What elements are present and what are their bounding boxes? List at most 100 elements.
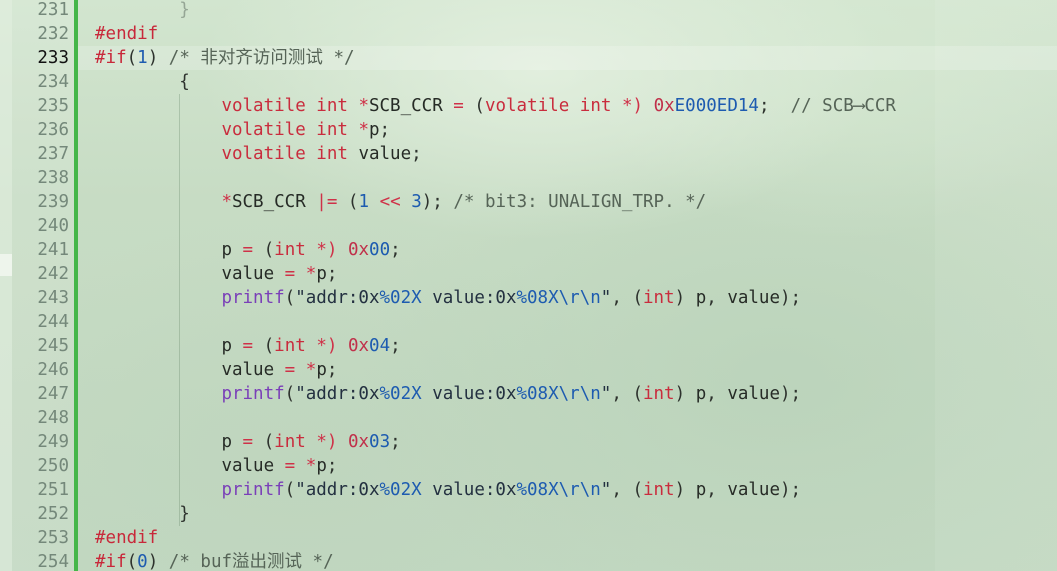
code-token-whitespace[interactable] — [685, 288, 696, 308]
code-line[interactable]: p = (int *) 0x03; — [95, 430, 1057, 454]
code-token-punctuation[interactable]: ; — [390, 240, 401, 260]
code-token-punctuation[interactable]: , — [611, 288, 622, 308]
code-token-identifier[interactable]: value — [221, 264, 274, 284]
code-token-punctuation[interactable]: ( — [264, 240, 275, 260]
code-token-whitespace[interactable] — [274, 360, 285, 380]
code-token-punctuation[interactable]: ( — [285, 480, 296, 500]
code-token-number[interactable]: 00 — [369, 240, 390, 260]
code-token-string[interactable]: "addr:0x — [295, 384, 379, 404]
code-token-identifier[interactable]: p — [221, 240, 232, 260]
code-line[interactable]: volatile int *p; — [95, 118, 1057, 142]
code-token-whitespace[interactable] — [232, 336, 243, 356]
code-token-comment[interactable]: // SCB⟶CCR — [791, 96, 896, 116]
code-token-whitespace[interactable] — [401, 192, 412, 212]
code-token-punctuation[interactable]: ( — [264, 432, 275, 452]
code-token-operator[interactable]: = — [285, 360, 296, 380]
code-token-identifier[interactable]: p — [316, 360, 327, 380]
code-token-function-name[interactable]: printf — [221, 480, 284, 500]
code-token-whitespace[interactable] — [95, 456, 221, 476]
code-token-hex-prefix[interactable]: 0x — [348, 336, 369, 356]
code-token-format-specifier[interactable]: %02X — [380, 288, 422, 308]
code-token-keyword[interactable]: volatile — [485, 96, 569, 116]
code-token-keyword[interactable]: int — [316, 120, 348, 140]
code-token-punctuation[interactable]: ; — [390, 336, 401, 356]
code-token-function-name[interactable]: printf — [221, 288, 284, 308]
code-line[interactable]: value = *p; — [95, 262, 1057, 286]
code-token-punctuation[interactable]: { — [179, 72, 190, 92]
code-token-whitespace[interactable] — [253, 240, 264, 260]
code-token-punctuation[interactable]: , — [611, 480, 622, 500]
code-token-punctuation[interactable]: ( — [264, 336, 275, 356]
code-token-whitespace[interactable] — [717, 480, 728, 500]
code-token-punctuation[interactable]: , — [706, 384, 717, 404]
code-token-string[interactable]: "addr:0x — [295, 480, 379, 500]
code-token-whitespace[interactable] — [685, 384, 696, 404]
code-token-keyword[interactable]: int — [643, 384, 675, 404]
code-token-punctuation[interactable]: ( — [285, 288, 296, 308]
line-number[interactable]: 242 — [12, 262, 69, 286]
line-number[interactable]: 237 — [12, 142, 69, 166]
line-number[interactable]: 254 — [12, 550, 69, 571]
code-token-whitespace[interactable] — [369, 192, 380, 212]
line-number[interactable]: 246 — [12, 358, 69, 382]
code-token-identifier[interactable]: p — [221, 432, 232, 452]
code-line[interactable]: p = (int *) 0x00; — [95, 238, 1057, 262]
code-token-punctuation[interactable]: ( — [632, 384, 643, 404]
line-number[interactable]: 238 — [12, 166, 69, 190]
line-number[interactable]: 243 — [12, 286, 69, 310]
code-line[interactable] — [95, 310, 1057, 334]
code-token-format-specifier[interactable]: \r\n — [559, 480, 601, 500]
code-token-operator[interactable]: * — [306, 456, 317, 476]
code-token-string[interactable]: " — [601, 288, 612, 308]
code-token-keyword[interactable]: volatile — [221, 120, 305, 140]
code-token-whitespace[interactable] — [295, 456, 306, 476]
code-token-number[interactable]: 1 — [358, 192, 369, 212]
code-token-keyword[interactable]: int — [643, 288, 675, 308]
code-token-whitespace[interactable] — [95, 120, 221, 140]
code-line[interactable]: #endif — [95, 526, 1057, 550]
code-token-operator[interactable]: * — [358, 120, 369, 140]
code-token-whitespace[interactable] — [232, 240, 243, 260]
code-token-operator[interactable]: *) — [316, 336, 337, 356]
code-token-whitespace[interactable] — [295, 264, 306, 284]
code-token-whitespace[interactable] — [306, 96, 317, 116]
code-token-operator[interactable]: = — [285, 264, 296, 284]
code-token-operator[interactable]: *) — [316, 432, 337, 452]
code-token-whitespace[interactable] — [348, 144, 359, 164]
code-token-punctuation[interactable]: ( — [632, 480, 643, 500]
code-token-hex-prefix[interactable]: 0x — [348, 432, 369, 452]
code-token-string[interactable]: " — [601, 480, 612, 500]
code-token-punctuation[interactable]: ); — [780, 480, 801, 500]
code-token-whitespace[interactable] — [622, 288, 633, 308]
code-line[interactable]: volatile int value; — [95, 142, 1057, 166]
line-number[interactable]: 236 — [12, 118, 69, 142]
code-token-whitespace[interactable] — [717, 288, 728, 308]
code-token-hex-prefix[interactable]: 0x — [348, 240, 369, 260]
code-line[interactable] — [95, 166, 1057, 190]
code-token-whitespace[interactable] — [569, 96, 580, 116]
code-line[interactable]: } — [95, 502, 1057, 526]
code-token-identifier[interactable]: p — [696, 288, 707, 308]
code-token-punctuation[interactable]: , — [706, 288, 717, 308]
code-token-identifier[interactable]: p — [696, 480, 707, 500]
code-token-whitespace[interactable] — [95, 192, 221, 212]
code-token-whitespace[interactable] — [274, 264, 285, 284]
code-token-whitespace[interactable] — [158, 552, 169, 571]
code-token-whitespace[interactable] — [643, 96, 654, 116]
code-token-whitespace[interactable] — [95, 288, 221, 308]
code-token-format-specifier[interactable]: %02X — [380, 480, 422, 500]
code-token-identifier[interactable]: value — [727, 288, 780, 308]
code-token-operator[interactable]: = — [453, 96, 464, 116]
code-editor[interactable]: 231 232 233 234 235 236 237 238 239 240 241 242 243 2… — [0, 0, 1057, 571]
code-token-operator[interactable]: = — [243, 432, 254, 452]
code-token-punctuation[interactable]: ( — [632, 288, 643, 308]
code-token-punctuation[interactable]: } — [179, 504, 190, 524]
code-token-number[interactable]: 3 — [411, 192, 422, 212]
code-token-punctuation[interactable]: ; — [327, 264, 338, 284]
code-token-whitespace[interactable] — [95, 336, 221, 356]
code-token-keyword[interactable]: volatile — [221, 96, 305, 116]
line-number[interactable]: 248 — [12, 406, 69, 430]
line-number[interactable]: 250 — [12, 454, 69, 478]
line-number[interactable]: 233 — [12, 46, 69, 70]
code-line[interactable] — [95, 214, 1057, 238]
